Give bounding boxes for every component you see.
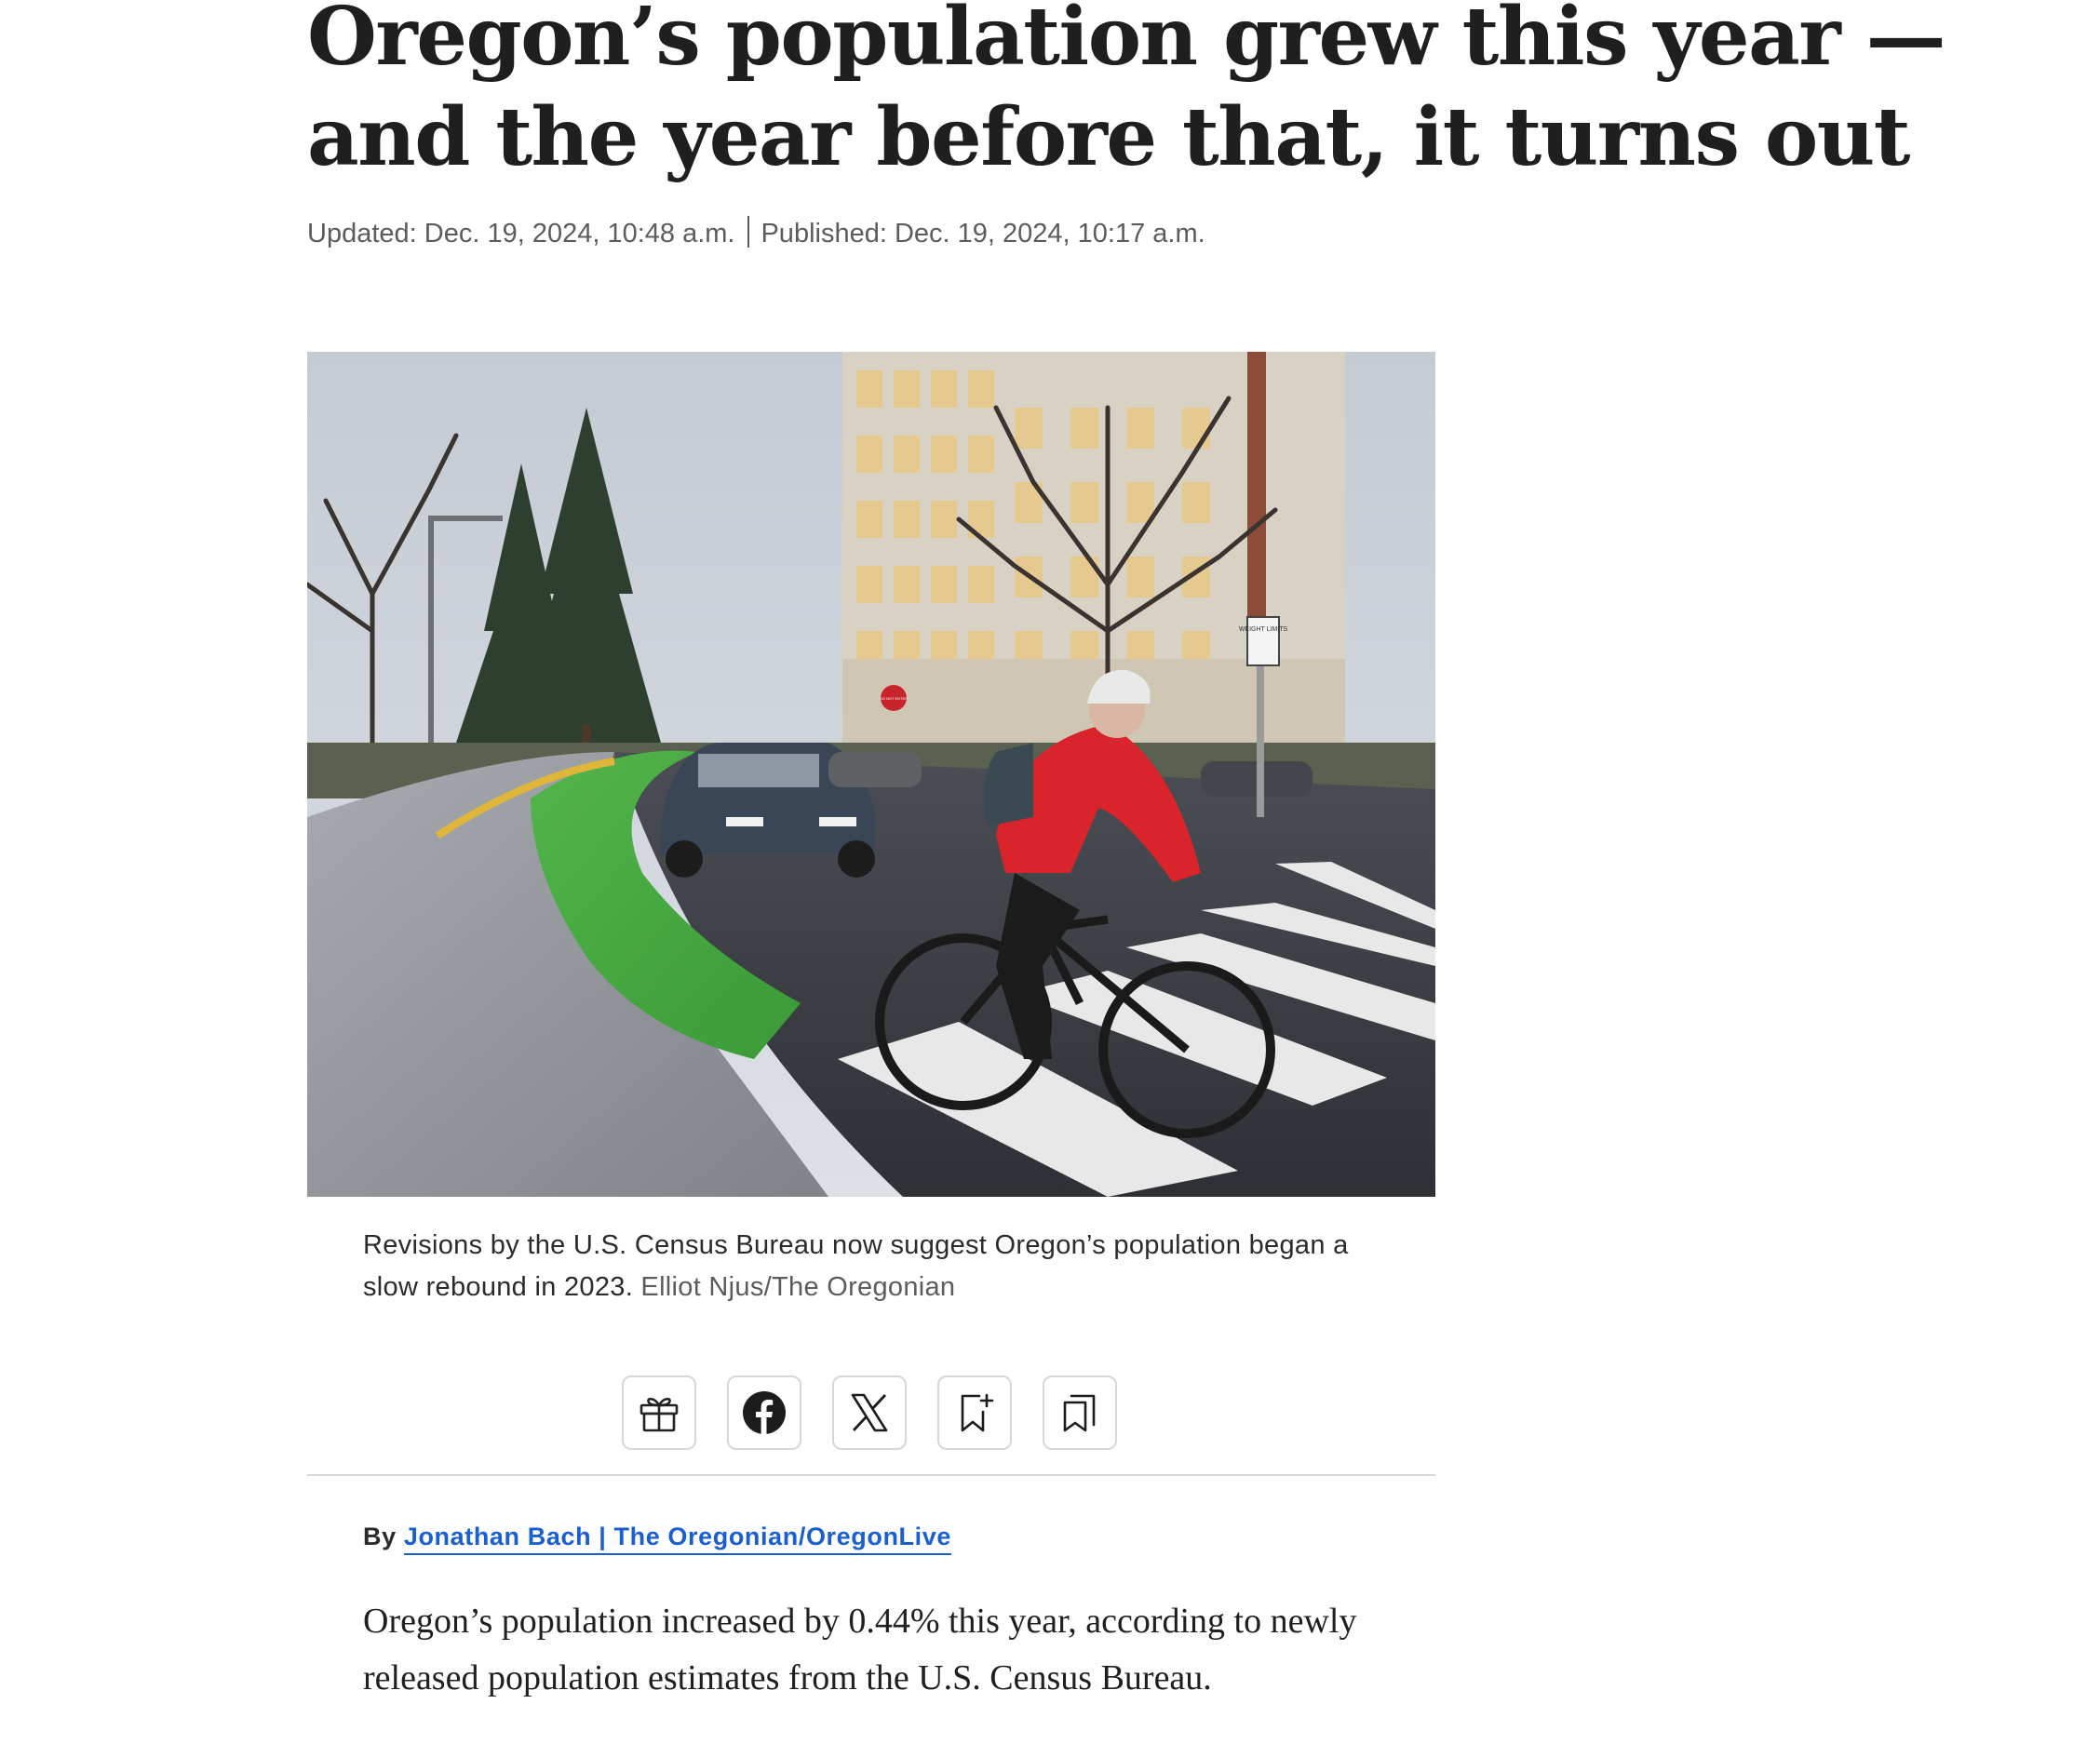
photo-caption: Revisions by the U.S. Census Bureau now … xyxy=(363,1225,1368,1308)
gift-article-button[interactable] xyxy=(622,1375,696,1450)
weight-limits-sign-text: WEIGHT LIMITS xyxy=(1239,626,1288,633)
share-divider xyxy=(307,1474,1435,1476)
do-not-enter-sign-text: DO NOT ENTER xyxy=(880,696,908,701)
author-link[interactable]: Jonathan Bach | The Oregonian/OregonLive xyxy=(403,1523,951,1555)
article-timestamps: Updated: Dec. 19, 2024, 10:48 a.m. Publis… xyxy=(307,216,1205,249)
bookmarks-icon xyxy=(1063,1394,1096,1432)
share-toolbar xyxy=(622,1375,1117,1450)
gift-icon xyxy=(639,1397,679,1432)
updated-timestamp: Updated: Dec. 19, 2024, 10:48 a.m. xyxy=(307,219,735,248)
lead-photo-illustration: WEIGHT LIMITS DO NOT ENTER xyxy=(307,352,1435,1197)
apartment-building xyxy=(842,352,1345,743)
facebook-icon xyxy=(743,1391,786,1434)
photo-credit: Elliot Njus/The Oregonian xyxy=(640,1272,956,1302)
saved-articles-button[interactable] xyxy=(1043,1375,1117,1450)
save-article-button[interactable] xyxy=(937,1375,1012,1450)
article-paragraph: Oregon’s population increased by 0.44% t… xyxy=(363,1602,1357,1697)
byline-prefix: By xyxy=(363,1523,397,1550)
share-x-button[interactable] xyxy=(832,1375,907,1450)
timestamp-divider xyxy=(747,216,750,248)
share-facebook-button[interactable] xyxy=(727,1375,801,1450)
x-icon xyxy=(851,1393,888,1432)
lead-photo[interactable]: WEIGHT LIMITS DO NOT ENTER xyxy=(307,352,1435,1197)
published-timestamp: Published: Dec. 19, 2024, 10:17 a.m. xyxy=(761,219,1205,248)
bookmark-add-icon xyxy=(961,1393,994,1432)
article-headline: Oregon’s population grew this year — and… xyxy=(307,0,1946,184)
article-byline: By Jonathan Bach | The Oregonian/OregonL… xyxy=(363,1523,951,1555)
